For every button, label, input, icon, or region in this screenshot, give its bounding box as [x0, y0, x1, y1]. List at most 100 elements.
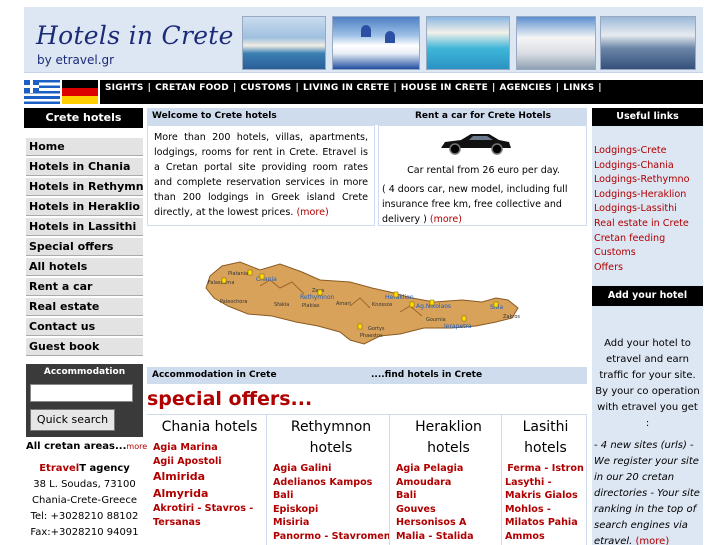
map-marker-gortys[interactable] — [357, 323, 363, 330]
hotel-link-almirida[interactable]: Almirida — [153, 468, 266, 485]
nav-item-house-in-crete[interactable]: HOUSE IN CRETE | — [401, 83, 500, 93]
useful-link-lodgings-heraklion[interactable]: Lodgings-Heraklion — [594, 188, 703, 203]
hotel-link-malia[interactable]: Malia - Stalida — [396, 530, 501, 544]
hotel-link-ferma-istron[interactable]: Ferma - Istron — [505, 462, 586, 476]
column-title-rethymnon[interactable]: Rethymnon hotels — [273, 417, 389, 459]
hotel-link-bali-heraklion[interactable]: Bali — [396, 489, 501, 503]
map-marker-ag-nikolaos[interactable] — [429, 299, 435, 306]
menu-item-hotels-lassithi[interactable]: Hotels in Lassithi — [26, 218, 143, 236]
special-offers-heading[interactable]: special offers... — [147, 388, 312, 410]
hotel-link-panormo[interactable]: Panormo - Stavromenos — [273, 530, 389, 544]
nav-item-links[interactable]: LINKS | — [563, 83, 606, 93]
map-label-zakros[interactable]: Zakros — [503, 314, 520, 320]
car-image[interactable] — [437, 130, 513, 156]
column-title-heraklion[interactable]: Heraklion hotels — [396, 417, 501, 459]
menu-item-hotels-chania[interactable]: Hotels in Chania — [26, 158, 143, 176]
all-areas-label: All cretan areas... — [26, 441, 127, 452]
map-label-phaestos[interactable]: Phaestos — [360, 333, 383, 339]
rent-car-box: Car rental from 26 euro per day. ( 4 doo… — [378, 125, 587, 226]
add-hotel-more-link[interactable]: (more) — [636, 536, 670, 545]
agency-tel: Tel: +3028210 88102 — [30, 511, 139, 522]
agency-city: Chania-Crete-Greece — [32, 495, 137, 506]
map-marker-knossos[interactable] — [409, 301, 415, 308]
useful-links-header: Useful links — [592, 108, 703, 126]
map-marker-platanias[interactable] — [247, 269, 253, 276]
german-flag-icon[interactable] — [62, 80, 98, 104]
menu-item-home[interactable]: Home — [26, 138, 143, 156]
map-marker-rethymnon[interactable] — [317, 289, 323, 296]
nav-item-sights[interactable]: SIGHTS | — [105, 83, 155, 93]
nav-item-living-in-crete[interactable]: LIVING IN CRETE | — [303, 83, 401, 93]
map-label-amari[interactable]: Amari — [336, 301, 351, 307]
menu-item-guest-book[interactable]: Guest book — [26, 338, 143, 356]
map-label-ierapetra[interactable]: Ierapetra — [444, 323, 472, 330]
map-label-falassarna[interactable]: Falassarna — [208, 280, 234, 286]
nav-item-agencies[interactable]: AGENCIES | — [499, 83, 563, 93]
rent-car-title: Rent a car for Crete Hotels — [415, 111, 551, 121]
column-rethymnon: Rethymnon hotels Agia Galini Adelianos K… — [267, 415, 390, 545]
car-more-link[interactable]: (more) — [430, 214, 462, 225]
hotel-link-gouves[interactable]: Gouves — [396, 503, 501, 517]
site-logo-subtitle: by etravel.gr — [37, 53, 115, 67]
agency-fax: Fax:+3028210 94091 — [30, 527, 139, 538]
map-label-plakias[interactable]: Plakias — [302, 303, 320, 309]
greek-flag-icon[interactable] — [24, 80, 60, 104]
hotel-link-lasythi-makris-gialos[interactable]: Lasythi - Makris Gialos Mohlos - Milatos… — [505, 476, 586, 544]
quick-search-button[interactable]: Quick search — [30, 409, 115, 431]
site-header: Hotels in Crete by etravel.gr — [24, 7, 703, 73]
menu-item-all-hotels[interactable]: All hotels — [26, 258, 143, 276]
map-label-platanias[interactable]: Platanias — [228, 271, 251, 277]
crete-map[interactable]: Chania Platanias Falassarna Paleochora S… — [200, 236, 530, 351]
nav-item-cretan-food[interactable]: CRETAN FOOD | — [155, 83, 240, 93]
welcome-more-link[interactable]: (more) — [296, 207, 328, 218]
useful-link-offers[interactable]: Offers — [594, 261, 703, 276]
map-label-heraklion[interactable]: Heraklion — [385, 294, 414, 301]
column-title-lasithi[interactable]: Lasithi hotels — [505, 417, 586, 459]
map-label-gortys[interactable]: Gortys — [368, 326, 385, 332]
menu-item-special-offers[interactable]: Special offers — [26, 238, 143, 256]
map-label-paleochora[interactable]: Paleochora — [220, 299, 247, 305]
map-label-gournia[interactable]: Gournia — [426, 317, 446, 323]
map-label-sfakia[interactable]: Sfakia — [274, 302, 289, 308]
hotel-link-bali-rethymnon[interactable]: Bali — [273, 489, 389, 503]
useful-link-cretan-feeding[interactable]: Cretan feeding — [594, 232, 703, 247]
left-sidebar-header: Crete hotels — [24, 108, 143, 128]
hotel-link-akrotiri[interactable]: Akrotiri - Stavros - Tersanas — [153, 502, 266, 529]
hotel-link-almyrida[interactable]: Almyrida — [153, 485, 266, 502]
column-title-chania[interactable]: Chania hotels — [153, 417, 266, 438]
useful-link-lodgings-rethymno[interactable]: Lodgings-Rethymno — [594, 173, 703, 188]
find-hotels-title: ....find hotels in Crete — [371, 370, 483, 380]
hotel-link-amoudara[interactable]: Amoudara — [396, 476, 501, 490]
map-label-chania[interactable]: Chania — [256, 276, 277, 283]
map-marker-heraklion[interactable] — [393, 291, 399, 298]
map-label-rethymnon[interactable]: Rethymnon — [300, 294, 335, 301]
accommodation-search-input[interactable] — [30, 384, 133, 402]
map-label-knossos[interactable]: Knossos — [372, 302, 393, 308]
menu-item-hotels-heraklio[interactable]: Hotels in Heraklio — [26, 198, 143, 216]
menu-item-hotels-rethymno[interactable]: Hotels in Rethymno — [26, 178, 143, 196]
useful-link-lodgings-chania[interactable]: Lodgings-Chania — [594, 159, 703, 174]
useful-link-customs[interactable]: Customs — [594, 246, 703, 261]
menu-item-rent-a-car[interactable]: Rent a car — [26, 278, 143, 296]
hotel-link-agia-galini[interactable]: Agia Galini — [273, 462, 389, 476]
hotel-link-agia-marina[interactable]: Agia Marina — [153, 441, 266, 455]
hotel-link-misiria[interactable]: Misiria — [273, 516, 389, 530]
nav-item-customs[interactable]: CUSTOMS | — [240, 83, 303, 93]
hotel-link-adelianos-kampos[interactable]: Adelianos Kampos — [273, 476, 389, 490]
map-marker-chania[interactable] — [259, 273, 265, 280]
hotel-link-hersonisos[interactable]: Hersonisos A — [396, 516, 501, 530]
hotel-link-agia-pelagia[interactable]: Agia Pelagia — [396, 462, 501, 476]
useful-link-lodgings-crete[interactable]: Lodgings-Crete — [594, 144, 703, 159]
menu-item-contact-us[interactable]: Contact us — [26, 318, 143, 336]
map-marker-falassarna[interactable] — [221, 277, 227, 284]
contact-info: EtravelT agency 38 L. Soudas, 73100 Chan… — [26, 461, 143, 541]
map-marker-gournia[interactable] — [461, 315, 467, 322]
all-areas-more-link[interactable]: more — [126, 442, 147, 451]
map-marker-sitia[interactable] — [493, 301, 499, 308]
hotel-link-episkopi[interactable]: Episkopi — [273, 503, 389, 517]
hotel-link-agii-apostoli[interactable]: Agii Apostoli — [153, 455, 266, 469]
useful-link-real-estate[interactable]: Real estate in Crete — [594, 217, 703, 232]
site-logo-title[interactable]: Hotels in Crete — [36, 21, 234, 50]
menu-item-real-estate[interactable]: Real estate — [26, 298, 143, 316]
useful-link-lodgings-lassithi[interactable]: Lodgings-Lassithi — [594, 202, 703, 217]
